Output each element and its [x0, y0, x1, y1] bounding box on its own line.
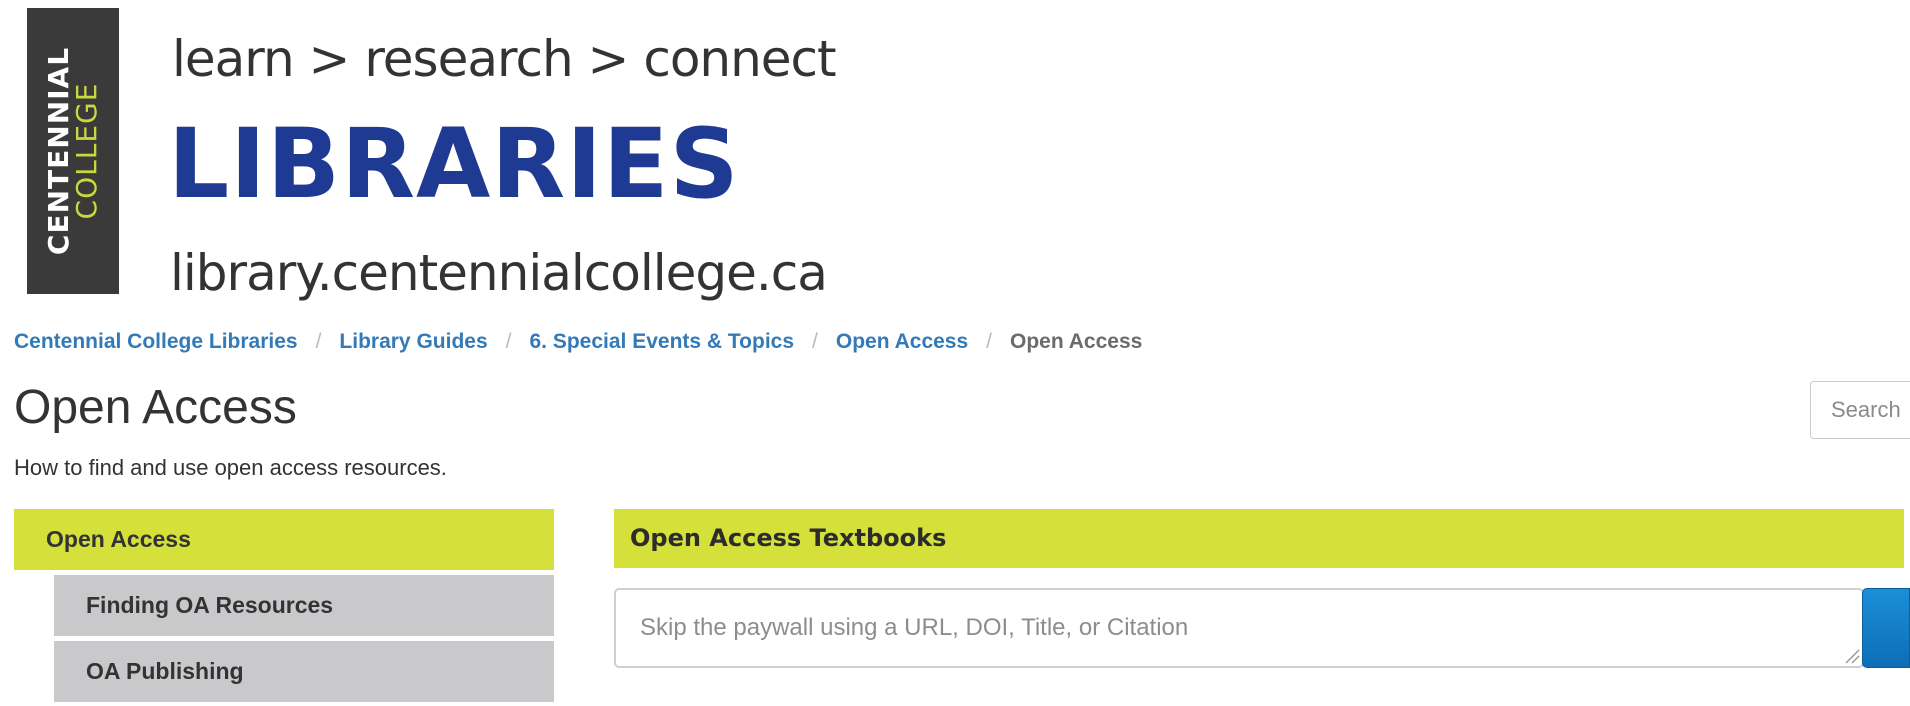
breadcrumb-separator: /: [505, 330, 512, 353]
nav-item-oa-publishing[interactable]: OA Publishing: [54, 641, 554, 702]
centennial-logo: CENTENNIAL COLLEGE: [27, 8, 119, 294]
page-description: How to find and use open access resource…: [14, 455, 447, 480]
paywall-search-input[interactable]: [614, 588, 1864, 668]
banner-url: library.centennialcollege.ca: [170, 244, 828, 302]
logo-wordmark: CENTENNIAL COLLEGE: [42, 46, 103, 256]
breadcrumb-separator: /: [986, 330, 993, 353]
paywall-search-button[interactable]: [1862, 588, 1910, 668]
breadcrumb-link-libraries[interactable]: Centennial College Libraries: [14, 330, 298, 353]
breadcrumb-current: Open Access: [1010, 330, 1143, 353]
breadcrumb-separator: /: [315, 330, 322, 353]
page: CENTENNIAL COLLEGE learn > research > co…: [0, 0, 1910, 706]
nav-item-open-access[interactable]: Open Access: [14, 509, 554, 570]
breadcrumb-link-special-events[interactable]: 6. Special Events & Topics: [529, 330, 794, 353]
logo-line-college: COLLEGE: [70, 82, 103, 220]
panel-header-open-access-textbooks: Open Access Textbooks: [614, 509, 1904, 568]
banner-title: LIBRARIES: [168, 108, 740, 220]
breadcrumb-link-open-access[interactable]: Open Access: [836, 330, 968, 353]
banner-tagline: learn > research > connect: [172, 30, 837, 88]
breadcrumb: Centennial College Libraries / Library Gui…: [14, 330, 1142, 354]
resize-grip-icon[interactable]: [1842, 646, 1860, 664]
guide-search-input[interactable]: [1810, 381, 1910, 439]
header-banner[interactable]: CENTENNIAL COLLEGE learn > research > co…: [0, 0, 837, 305]
page-title: Open Access: [14, 381, 297, 434]
nav-item-finding-oa-resources[interactable]: Finding OA Resources: [54, 575, 554, 636]
breadcrumb-link-library-guides[interactable]: Library Guides: [339, 330, 487, 353]
logo-line-centennial: CENTENNIAL: [42, 46, 75, 256]
breadcrumb-separator: /: [812, 330, 818, 353]
